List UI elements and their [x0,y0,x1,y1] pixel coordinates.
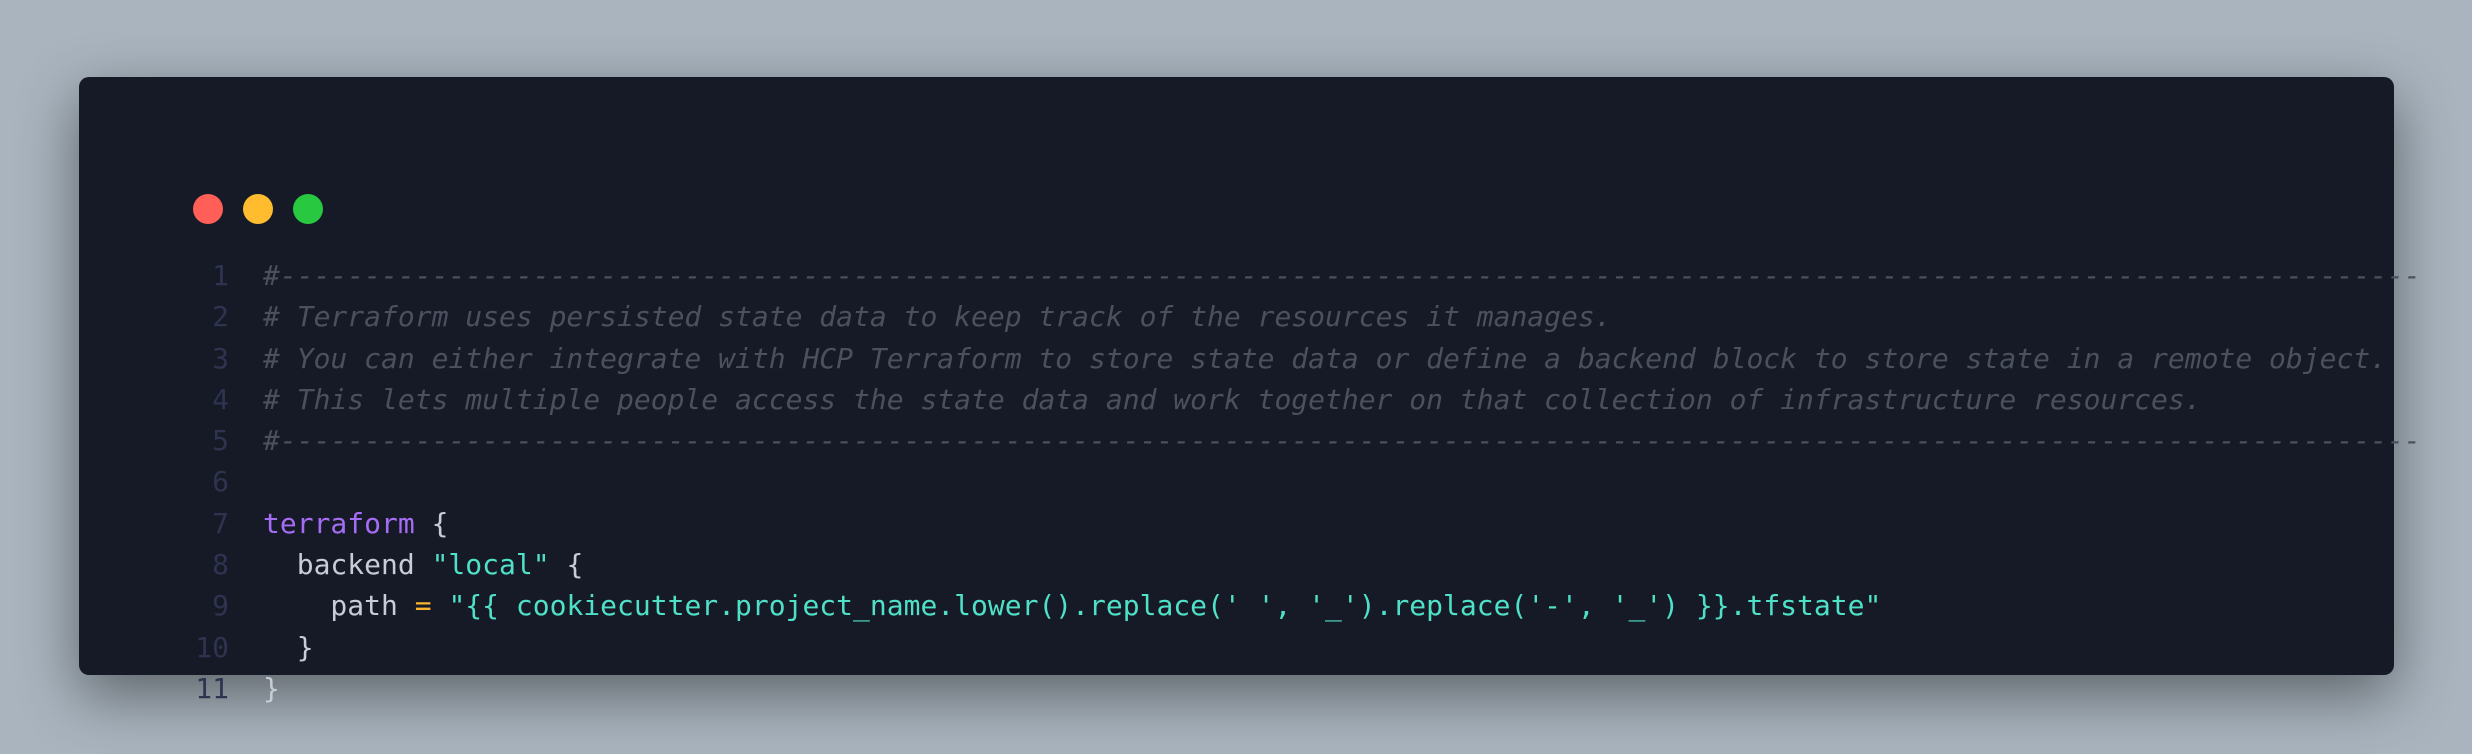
code-line: 4 # This lets multiple people access the … [79,379,2394,420]
token-comment: # Terraform uses persisted state data to… [263,300,1612,334]
code-line: 10 } [79,627,2394,668]
code-line: 8 backend "local" { [79,544,2394,585]
token-str: "{{ cookiecutter.project_name.lower().re… [448,589,1882,623]
token-op: = [414,589,432,623]
token-plain: } [263,630,314,664]
line-number: 8 [212,548,229,582]
maximize-button[interactable] [293,194,323,224]
token-str: "local" [431,548,550,582]
code-line: 1 #--------------------------------------… [79,255,2421,296]
code-line: 11} [79,668,2394,709]
line-number: 1 [212,259,229,292]
code-line: 5 #--------------------------------------… [79,420,2421,461]
code-line: 7 terraform { [79,503,2394,544]
code-editor: 1 #--------------------------------------… [79,255,2421,709]
line-source: backend "local" { [263,544,584,585]
line-source: # This lets multiple people access the s… [263,379,2202,420]
token-plain: path [263,589,415,623]
line-number: 6 [212,465,229,499]
code-line: 6 [79,461,2394,502]
line-number: 9 [212,589,229,623]
token-plain: backend [263,548,432,582]
line-number: 2 [212,300,229,334]
line-source: terraform { [263,503,448,544]
token-plain: { [414,506,449,540]
line-number: 7 [212,506,229,540]
line-number: 5 [212,424,229,458]
token-comment: # This lets multiple people access the s… [263,382,2202,416]
close-button[interactable] [193,194,223,224]
line-source: #---------------------------------------… [263,255,2421,296]
line-source: } [263,627,314,668]
token-comment: #---------------------------------------… [263,424,2421,458]
code-line: 3 # You can either integrate with HCP Ter… [79,338,2394,379]
line-number: 3 [212,341,229,375]
token-plain: } [263,671,280,705]
line-source: path = "{{ cookiecutter.project_name.low… [263,585,1881,626]
line-number: 11 [195,671,229,705]
token-comment: # You can either integrate with HCP Terr… [263,341,2388,375]
token-plain: { [549,548,584,582]
line-number: 10 [195,630,229,664]
line-source: # You can either integrate with HCP Terr… [263,338,2387,379]
token-comment: #---------------------------------------… [263,259,2421,292]
code-line: 9 path = "{{ cookiecutter.project_name.l… [79,585,2394,626]
line-source: #---------------------------------------… [263,420,2421,461]
minimize-button[interactable] [243,194,273,224]
code-line: 2 # Terraform uses persisted state data t… [79,296,2394,337]
line-source: } [263,668,280,709]
line-number: 4 [212,382,229,416]
line-source: # Terraform uses persisted state data to… [263,296,1612,337]
token-kw: terraform [263,506,415,540]
code-window: 1 #--------------------------------------… [79,77,2421,705]
